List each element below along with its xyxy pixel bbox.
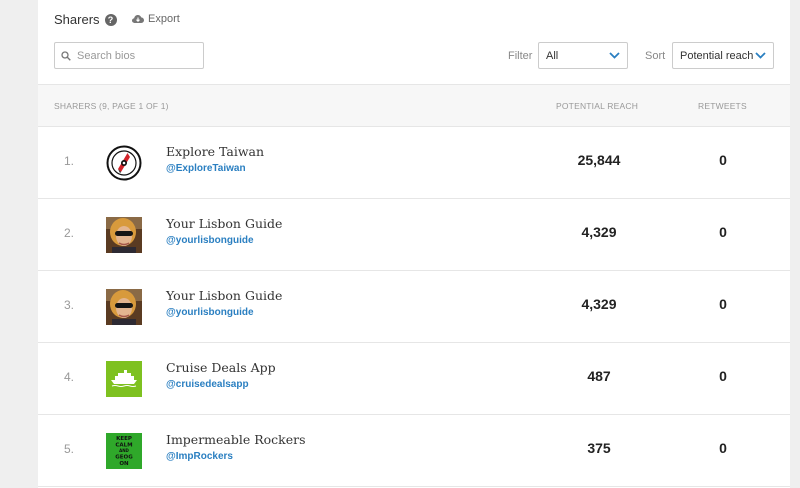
- svg-text:ON: ON: [119, 461, 129, 467]
- cloud-download-icon: [132, 15, 144, 23]
- rank: 2.: [64, 226, 75, 240]
- sort-label: Sort: [645, 50, 666, 62]
- rank: 3.: [64, 298, 75, 312]
- retweets-value: 0: [719, 296, 727, 312]
- sharers-panel: Sharers ? Export Filter All Sort: [38, 0, 790, 488]
- sharer-handle-link[interactable]: @yourlisbonguide: [166, 235, 254, 246]
- rank: 1.: [64, 154, 75, 168]
- sharer-handle-link[interactable]: @yourlisbonguide: [166, 307, 254, 318]
- chevron-down-icon: [755, 52, 766, 59]
- ship-logo-icon: [106, 361, 142, 397]
- rank: 5.: [64, 442, 75, 456]
- sharer-name: Impermeable Rockers: [166, 432, 306, 447]
- retweets-value: 0: [719, 224, 727, 240]
- potential-reach-value: 25,844: [577, 152, 621, 168]
- keep-calm-logo-icon: KEEP CALM AND GEOG ON: [106, 433, 142, 469]
- sharer-name: Cruise Deals App: [166, 360, 276, 375]
- avatar[interactable]: [106, 289, 142, 325]
- retweets-column-header[interactable]: RETWEETS: [698, 101, 747, 111]
- sort-value: Potential reach: [680, 49, 754, 62]
- potential-reach-value: 4,329: [581, 224, 617, 240]
- search-input[interactable]: [77, 49, 187, 62]
- retweets-value: 0: [719, 440, 727, 456]
- svg-text:AND: AND: [119, 448, 129, 453]
- person-photo-icon: [106, 217, 142, 253]
- rank: 4.: [64, 370, 75, 384]
- export-button[interactable]: Export: [132, 13, 180, 25]
- avatar[interactable]: KEEP CALM AND GEOG ON: [106, 433, 142, 469]
- potential-reach-value: 487: [587, 368, 611, 384]
- sharer-handle-link[interactable]: @ExploreTaiwan: [166, 163, 246, 174]
- search-icon: [61, 50, 71, 61]
- toolbar: Sharers ? Export Filter All Sort: [38, 0, 790, 85]
- filter-select[interactable]: All: [538, 42, 628, 69]
- compass-logo-icon: [106, 145, 142, 181]
- sharer-name: Your Lisbon Guide: [166, 288, 283, 303]
- sort-select[interactable]: Potential reach: [672, 42, 774, 69]
- sharer-handle-link[interactable]: @cruisedealsapp: [166, 379, 249, 390]
- chevron-down-icon: [609, 52, 620, 59]
- help-icon[interactable]: ?: [104, 13, 117, 26]
- page-title: Sharers ?: [54, 12, 117, 27]
- filter-label: Filter: [508, 50, 533, 62]
- sharers-column-header: SHARERS (9, PAGE 1 OF 1): [54, 101, 169, 111]
- svg-text:GEOG: GEOG: [115, 455, 133, 461]
- sharer-handle-link[interactable]: @ImpRockers: [166, 451, 233, 462]
- avatar[interactable]: [106, 361, 142, 397]
- sharer-name: Explore Taiwan: [166, 144, 265, 159]
- filter-value: All: [546, 49, 559, 62]
- table-row[interactable]: 5. KEEP CALM AND GEOG ON Impermeable Roc…: [38, 415, 790, 487]
- sharers-list: 1. Explore Taiwan @ExploreTaiwan 25,844 …: [38, 127, 790, 487]
- export-label: Export: [148, 13, 180, 25]
- table-row[interactable]: 3. Your Lisbon Guide @yourlisbonguide 4,…: [38, 271, 790, 343]
- avatar[interactable]: [106, 217, 142, 253]
- search-bios-field[interactable]: [54, 42, 204, 69]
- table-header: SHARERS (9, PAGE 1 OF 1) POTENTIAL REACH…: [38, 85, 790, 127]
- retweets-value: 0: [719, 368, 727, 384]
- svg-text:KEEP: KEEP: [116, 436, 132, 442]
- avatar[interactable]: [106, 145, 142, 181]
- potential-reach-value: 375: [587, 440, 611, 456]
- title-text: Sharers: [54, 12, 100, 27]
- table-row[interactable]: 4. Cruise Deals App @cruisedealsapp 487 …: [38, 343, 790, 415]
- table-row[interactable]: 1. Explore Taiwan @ExploreTaiwan 25,844 …: [38, 127, 790, 199]
- reach-column-header[interactable]: POTENTIAL REACH: [556, 101, 638, 111]
- retweets-value: 0: [719, 152, 727, 168]
- table-row[interactable]: 2. Your Lisbon Guide @yourlisbonguide 4,…: [38, 199, 790, 271]
- sharer-name: Your Lisbon Guide: [166, 216, 283, 231]
- potential-reach-value: 4,329: [581, 296, 617, 312]
- person-photo-icon: [106, 289, 142, 325]
